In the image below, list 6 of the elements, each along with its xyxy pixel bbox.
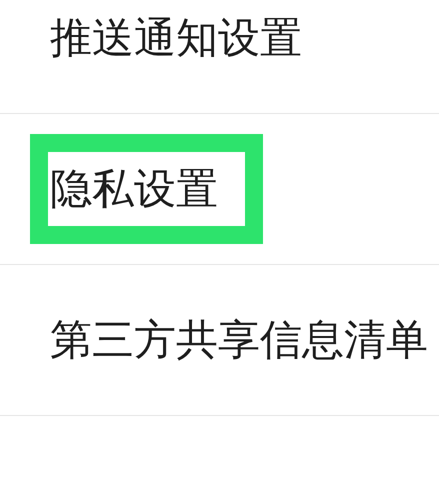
item-label: 推送通知设置 bbox=[50, 12, 302, 63]
item-label: 第三方共享信息清单 bbox=[50, 314, 428, 365]
settings-item[interactable]: 隐私设置 bbox=[0, 114, 439, 265]
highlighted-label: 隐私设置 bbox=[30, 134, 263, 244]
settings-item[interactable]: 第三方共享信息清单 bbox=[0, 265, 439, 416]
settings-item[interactable]: 推送通知设置 bbox=[0, 0, 439, 114]
